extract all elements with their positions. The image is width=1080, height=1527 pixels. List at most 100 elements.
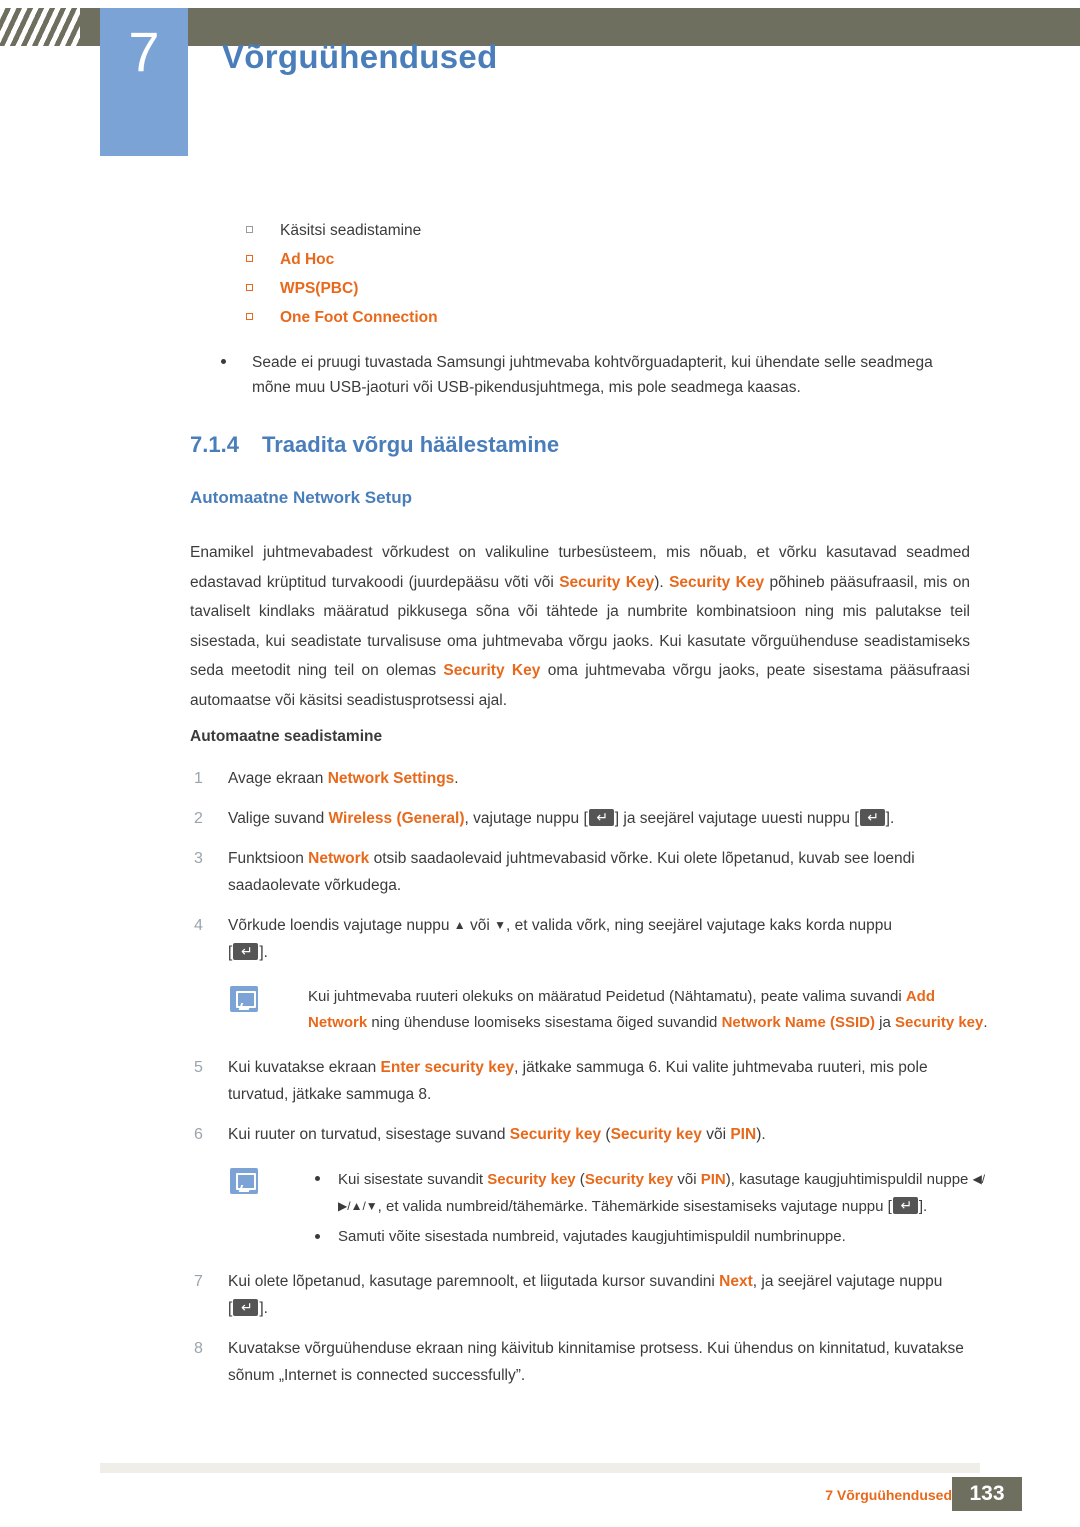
note-text-1: Kui juhtmevaba ruuteri olekuks on määrat… xyxy=(308,984,992,1036)
step-text-a: Kui kuvatakse ekraan xyxy=(228,1059,381,1076)
step-term-next: Next xyxy=(719,1273,753,1290)
round-bullet-icon xyxy=(315,1176,320,1181)
step-text-d: ja seejärel vajutage uuesti nuppu xyxy=(619,810,855,827)
steps-list: 1 Avage ekraan Network Settings. 2 Valig… xyxy=(190,765,990,1402)
step-text-a: Valige suvand xyxy=(228,810,329,827)
intro-paragraph: Enamikel juhtmevabadest võrkudest on val… xyxy=(190,538,970,715)
note-icon xyxy=(230,1168,258,1194)
section-heading: 7.1.4 Traadita võrgu häälestamine xyxy=(190,432,559,458)
square-bullet-icon xyxy=(246,284,253,291)
arrow-up-icon: ▲ xyxy=(453,918,466,932)
note-bullet-text: Seade ei pruugi tuvastada Samsungi juhtm… xyxy=(252,354,933,396)
step-text-a: Kui ruuter on turvatud, sisestage suvand xyxy=(228,1126,510,1143)
note-sub-item-2: Samuti võite sisestada numbreid, vajutad… xyxy=(308,1224,992,1250)
note2-text-a: Kui sisestate suvandit xyxy=(338,1171,488,1188)
step-term-network-settings: Network Settings xyxy=(327,770,455,787)
step-text-c: , ja seejärel vajutage nuppu xyxy=(752,1273,943,1290)
security-key-term-3: Security Key xyxy=(443,662,541,679)
step-term-security-key-2: Security key xyxy=(610,1126,702,1143)
step-text-g: ). xyxy=(756,1126,766,1143)
step-text-a: Kui olete lõpetanud, kasutage paremnoolt… xyxy=(228,1273,720,1290)
step-text-a: Funktsioon xyxy=(228,850,309,867)
step-text-b: või xyxy=(465,917,495,934)
step-4: 4 Võrkude loendis vajutage nuppu ▲ või ▼… xyxy=(190,912,990,966)
note-term-security-key: Security key xyxy=(894,1014,984,1031)
list-item: WPS(PBC) xyxy=(243,278,963,299)
note-sub-item-1: Kui sisestate suvandit Security key (Sec… xyxy=(308,1166,992,1220)
section-subtitle: Automaatne Network Setup xyxy=(190,488,412,507)
list-item-label: Ad Hoc xyxy=(280,251,335,268)
chapter-title: Võrguühendused xyxy=(222,38,498,75)
note-text-c: ning ühenduse loomiseks sisestama õiged … xyxy=(367,1014,722,1031)
enter-key-icon xyxy=(233,941,259,962)
square-bullet-icon xyxy=(246,226,253,233)
enter-key-icon xyxy=(859,807,886,828)
step-term-network: Network xyxy=(308,850,370,867)
step-6: 6 Kui ruuter on turvatud, sisestage suva… xyxy=(190,1121,990,1148)
step-text-c: , et valida võrk, ning seejärel vajutage… xyxy=(506,917,893,934)
note2-text-i: . xyxy=(923,1198,928,1215)
note2-text-g: ), kasutage kaugjuhtimispuldil nuppe xyxy=(725,1171,973,1188)
note2-term-security-key: Security key xyxy=(487,1171,576,1188)
step-term-security-key: Security key xyxy=(509,1126,602,1143)
step-text-e: või xyxy=(701,1126,731,1143)
step-number: 8 xyxy=(194,1340,203,1357)
list-item-label: Käsitsi seadistamine xyxy=(280,222,422,239)
step-number: 7 xyxy=(194,1273,203,1290)
step-text-d: . xyxy=(263,1300,268,1317)
note-text-e: ja xyxy=(874,1014,895,1031)
step-term-pin: PIN xyxy=(730,1126,757,1143)
step-2: 2 Valige suvand Wireless (General), vaju… xyxy=(190,805,990,832)
note2-term-pin: PIN xyxy=(700,1171,726,1188)
round-bullet-icon xyxy=(221,359,226,364)
step-text-a: Kuvatakse võrguühenduse ekraan ning käiv… xyxy=(228,1340,964,1384)
list-item: Käsitsi seadistamine xyxy=(243,220,963,241)
step-8: 8 Kuvatakse võrguühenduse ekraan ning kä… xyxy=(190,1335,990,1389)
note2-term-security-key-2: Security key xyxy=(584,1171,674,1188)
auto-setup-heading: Automaatne seadistamine xyxy=(190,728,383,745)
security-key-term-2: Security Key xyxy=(669,573,765,591)
step-7: 7 Kui olete lõpetanud, kasutage paremnoo… xyxy=(190,1268,990,1322)
enter-key-icon xyxy=(233,1297,259,1318)
note2-line-2: Samuti võite sisestada numbreid, vajutad… xyxy=(338,1228,846,1245)
list-item-label: WPS(PBC) xyxy=(280,280,359,297)
note-text-a: Kui juhtmevaba ruuteri olekuks on määrat… xyxy=(308,988,906,1005)
arrow-down-icon: ▼ xyxy=(494,918,506,932)
enter-key-icon xyxy=(892,1195,919,1216)
footer-divider xyxy=(100,1463,980,1473)
step-text-d: [ xyxy=(228,944,233,961)
paragraph-part-2: ). xyxy=(654,573,670,591)
footer-chapter-label: 7 Võrguühendused xyxy=(825,1487,952,1503)
step-text-e: ]. xyxy=(259,944,268,961)
step-text-c: , vajutage nuppu xyxy=(464,810,584,827)
step-number: 4 xyxy=(194,917,203,934)
step-1: 1 Avage ekraan Network Settings. xyxy=(190,765,990,792)
note-icon xyxy=(230,986,258,1012)
list-item-label: One Foot Connection xyxy=(280,309,438,326)
square-bullet-list: Käsitsi seadistamine Ad Hoc WPS(PBC) One… xyxy=(221,220,963,400)
enter-key-icon xyxy=(588,807,615,828)
page-number: 133 xyxy=(952,1477,1022,1511)
square-bullet-icon xyxy=(246,255,253,262)
note-text-2: Kui sisestate suvandit Security key (Sec… xyxy=(308,1166,992,1250)
section-number: 7.1.4 xyxy=(190,432,239,457)
list-item: Ad Hoc xyxy=(243,249,963,270)
note-text-g: . xyxy=(983,1014,988,1031)
step-number: 2 xyxy=(194,810,203,827)
header-hatch-pattern xyxy=(0,8,80,46)
section-title: Traadita võrgu häälestamine xyxy=(262,432,560,457)
note-box-1: Kui juhtmevaba ruuteri olekuks on määrat… xyxy=(230,984,992,1036)
step-5: 5 Kui kuvatakse ekraan Enter security ke… xyxy=(190,1054,990,1108)
step-number: 3 xyxy=(194,850,203,867)
list-item: One Foot Connection xyxy=(243,307,963,328)
security-key-term-1: Security Key xyxy=(559,573,655,591)
page-header: 7 Võrguühendused xyxy=(0,0,1080,156)
round-bullet-icon xyxy=(315,1234,320,1239)
note-box-2: Kui sisestate suvandit Security key (Sec… xyxy=(230,1166,992,1250)
step-text-a: Avage ekraan xyxy=(228,770,328,787)
step-term-wireless-general: Wireless (General) xyxy=(328,810,465,827)
step-text-c: ( xyxy=(601,1126,611,1143)
step-number: 1 xyxy=(194,770,203,787)
note-bullet-item: Seade ei pruugi tuvastada Samsungi juhtm… xyxy=(215,350,960,400)
chapter-number: 7 xyxy=(128,20,160,83)
